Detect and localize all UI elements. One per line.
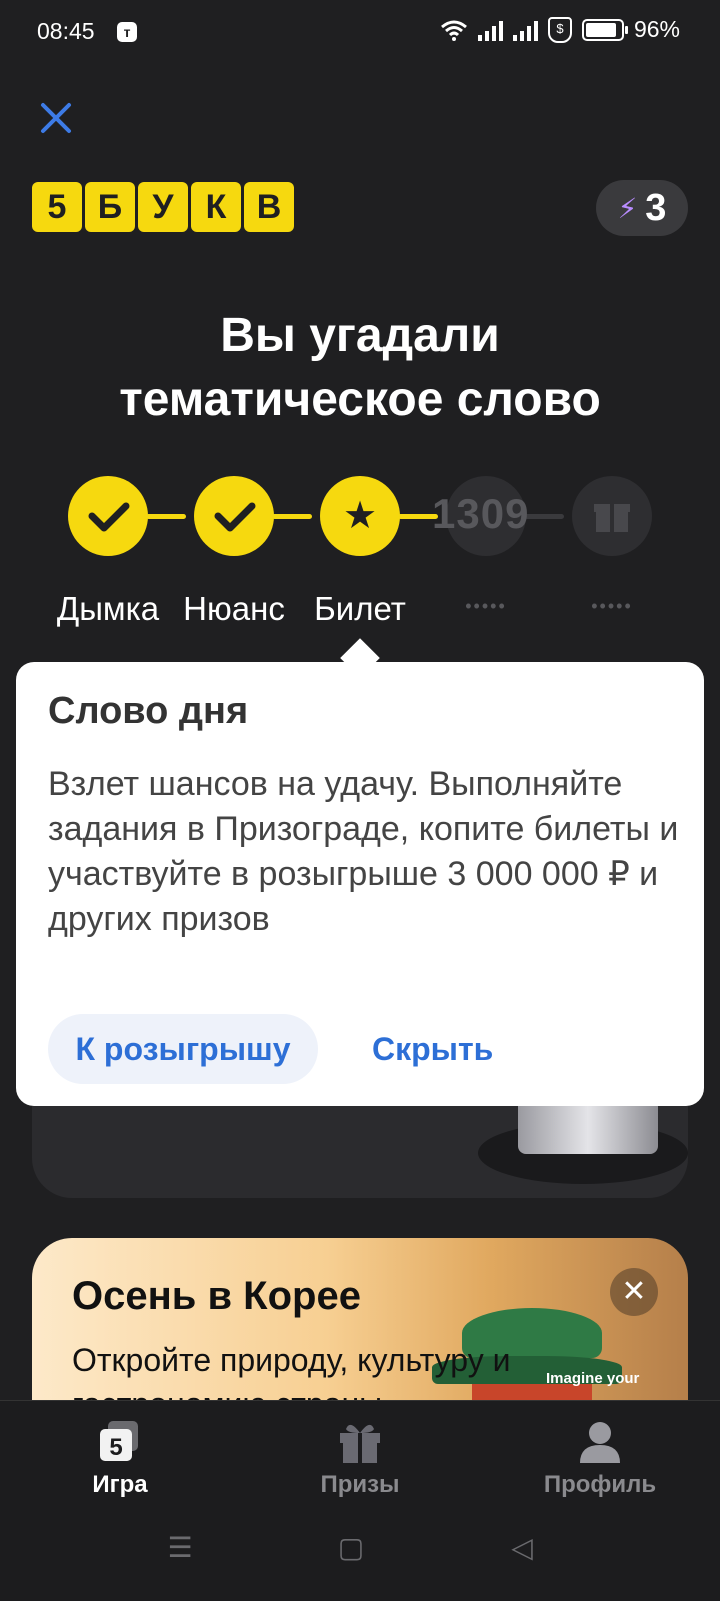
home-square-icon[interactable]: ▢ — [331, 1528, 371, 1568]
hidden-word-placeholder: ••••• — [465, 596, 507, 616]
system-nav-bar: ☰ ▢ ◁ — [0, 1500, 720, 1600]
logo-letter: У — [138, 182, 188, 232]
hide-button[interactable]: Скрыть — [372, 1014, 493, 1084]
nav-label-prizes: Призы — [320, 1471, 400, 1498]
page-title-line-1: Вы угадали — [220, 309, 500, 362]
progress-word-label: Нюанс — [183, 590, 285, 627]
energy-badge[interactable]: ⚡ 3 — [596, 180, 688, 236]
back-triangle-icon[interactable]: ◁ — [502, 1528, 542, 1568]
progress-connector — [146, 514, 186, 519]
vpn-shield-icon: $ — [547, 16, 572, 43]
nav-label-profile: Профиль — [543, 1471, 657, 1498]
logo-letter: В — [244, 182, 294, 232]
popover-body: Взлет шансов на удачу. Выполняйте задани… — [48, 765, 679, 938]
logo-letter: Б — [85, 182, 135, 232]
word-progress: ★ 1309 — [0, 476, 720, 566]
checkmark-icon — [88, 502, 130, 532]
promo-banner[interactable]: Imagine your Осень в Корее Откройте прир… — [32, 1238, 688, 1418]
promo-title: Осень в Корее — [72, 1274, 361, 1318]
progress-connector — [272, 514, 312, 519]
to-draw-button[interactable]: К розыгрышу — [48, 1014, 318, 1084]
menu-icon[interactable]: ☰ — [160, 1528, 200, 1568]
status-right-group: $ 96% — [440, 16, 680, 43]
logo-letter: К — [191, 182, 241, 232]
gift-icon — [340, 1424, 380, 1463]
popover-title: Слово дня — [48, 690, 249, 732]
progress-step-current[interactable]: ★ — [320, 476, 400, 556]
logo-letter: 5 — [32, 182, 82, 232]
lightning-icon: ⚡ — [617, 192, 638, 224]
checkmark-icon — [214, 502, 256, 532]
battery-percent: 96% — [633, 16, 680, 42]
page-title: Вы угадали тематическое слово — [0, 304, 720, 432]
promo-close-button[interactable]: ✕ — [610, 1268, 658, 1316]
progress-step-done[interactable] — [68, 476, 148, 556]
energy-count: 3 — [645, 186, 667, 229]
app-logo: 5 Б У К В — [32, 182, 294, 232]
nav-item-prizes[interactable]: Призы — [240, 1401, 480, 1511]
progress-word-label: Дымка — [56, 590, 160, 627]
profile-icon — [580, 1422, 620, 1463]
nav-item-game[interactable]: 5 Игра — [0, 1401, 240, 1511]
game-icon: 5 — [100, 1421, 138, 1461]
signal-icon-2 — [512, 19, 538, 41]
progress-step-done[interactable] — [194, 476, 274, 556]
progress-word-label: Билет — [314, 590, 406, 627]
word-of-day-popover: Слово дня Взлет шансов на удачу. Выполня… — [16, 662, 704, 1106]
battery-icon — [581, 18, 628, 41]
close-icon[interactable] — [38, 100, 74, 136]
nav-label-game: Игра — [92, 1471, 148, 1498]
countdown-counter: 1309 — [432, 490, 530, 537]
star-icon: ★ — [342, 495, 378, 537]
notification-app-icon: т — [117, 22, 137, 42]
progress-connector — [524, 514, 564, 519]
gift-icon — [594, 504, 630, 532]
status-bar: 08:45 т $ 96% — [0, 0, 720, 64]
progress-step-prize — [572, 476, 652, 556]
hidden-word-placeholder: ••••• — [591, 596, 633, 616]
page-title-line-2: тематическое слово — [119, 373, 601, 426]
status-time: 08:45 — [37, 18, 95, 44]
wifi-icon — [440, 20, 467, 41]
svg-text:5: 5 — [109, 1434, 122, 1461]
signal-icon-1 — [477, 19, 503, 41]
nav-item-profile[interactable]: Профиль — [480, 1401, 720, 1511]
